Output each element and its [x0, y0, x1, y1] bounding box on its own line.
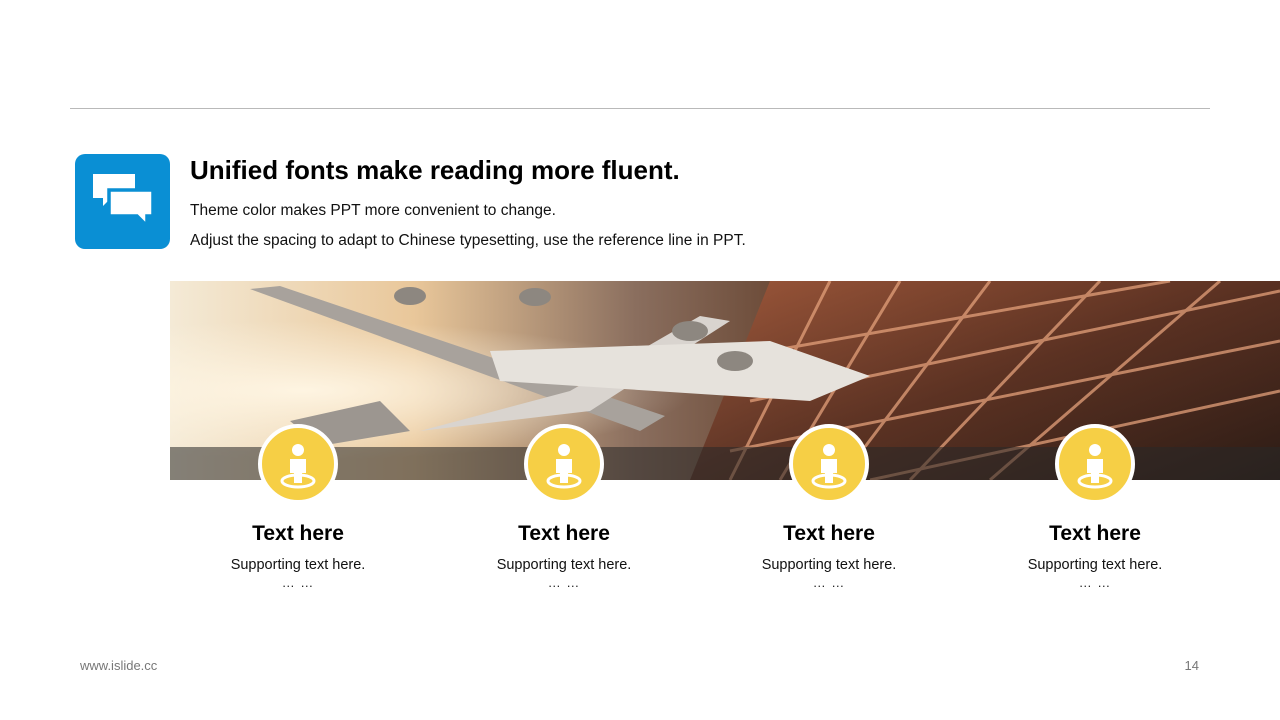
card-title: Text here [1049, 522, 1141, 545]
person-pin-disc [789, 424, 869, 504]
subtitle-line-2: Adjust the spacing to adapt to Chinese t… [190, 232, 746, 249]
person-pin-icon [546, 444, 582, 489]
person-pin-disc [258, 424, 338, 504]
card-text: Supporting text here. [496, 557, 632, 573]
card-ellipsis: … … [812, 575, 846, 590]
subtitle-line-1: Theme color makes PPT more convenient to… [190, 202, 556, 219]
card-ellipsis: … … [281, 575, 315, 590]
chat-bubbles-icon [93, 174, 155, 231]
card-title: Text here [252, 522, 344, 545]
card-ellipsis: … … [1078, 575, 1112, 590]
chat-badge [75, 154, 170, 249]
person-pin-icon [280, 444, 316, 489]
person-pin-icon [811, 444, 847, 489]
card-text: Supporting text here. [761, 557, 897, 573]
card-text: Supporting text here. [1027, 557, 1163, 573]
person-pin-disc [524, 424, 604, 504]
person-pin-disc [1055, 424, 1135, 504]
card-title: Text here [518, 522, 610, 545]
feature-card-2: Text here Supporting text here. … … [444, 424, 684, 590]
footer-url[interactable]: www.islide.cc [80, 658, 157, 673]
person-pin-icon [1077, 444, 1113, 489]
slide-title: Unified fonts make reading more fluent. [190, 155, 680, 185]
feature-card-3: Text here Supporting text here. … … [709, 424, 949, 590]
feature-card-1: Text here Supporting text here. … … [178, 424, 418, 590]
card-ellipsis: … … [547, 575, 581, 590]
page-number: 14 [1184, 658, 1199, 673]
card-text: Supporting text here. [230, 557, 366, 573]
card-title: Text here [783, 522, 875, 545]
feature-card-4: Text here Supporting text here. … … [975, 424, 1215, 590]
top-divider [70, 108, 1210, 109]
